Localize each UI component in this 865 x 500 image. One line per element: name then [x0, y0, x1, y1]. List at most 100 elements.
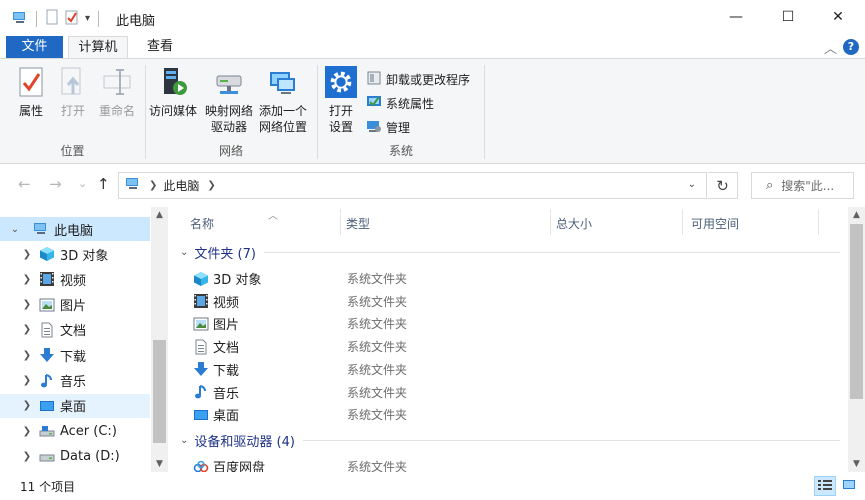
tree-item[interactable]: ❯ 下载: [0, 343, 150, 367]
minimize-button[interactable]: —: [713, 0, 759, 34]
tree-item[interactable]: ❯ 音乐: [0, 369, 150, 393]
settings-gear-icon: [325, 65, 357, 99]
tab-view[interactable]: 查看: [135, 36, 185, 58]
column-header-free-space[interactable]: 可用空间: [681, 211, 811, 235]
tree-item[interactable]: ❯ 桌面: [0, 393, 150, 418]
network-location-icon: [267, 65, 299, 99]
ribbon-tabs: 文件 计算机 查看 ︿ ?: [0, 36, 865, 58]
open-settings-button[interactable]: 打开 设置: [314, 65, 368, 135]
scroll-down-icon[interactable]: ▼: [848, 459, 865, 469]
group-header-devices[interactable]: ⌄ 设备和驱动器 (4): [180, 430, 840, 450]
tree-item[interactable]: ❯ Data (D:): [0, 444, 150, 468]
column-header-name[interactable]: 名称 ︿: [180, 211, 340, 235]
chevron-right-icon[interactable]: ❯: [20, 274, 34, 285]
scroll-up-icon[interactable]: ▲: [151, 210, 168, 220]
chevron-down-icon[interactable]: ⌄: [8, 224, 22, 235]
quick-access-toolbar: ▾: [12, 9, 101, 28]
tree-item-this-pc[interactable]: ⌄ 此电脑: [0, 217, 150, 241]
location-group: 属性 打开 重命名 位置: [0, 63, 145, 163]
properties-icon: [15, 65, 47, 99]
uninstall-icon: [366, 70, 382, 89]
large-icons-view-button[interactable]: [838, 476, 860, 496]
help-icon[interactable]: ?: [843, 39, 859, 55]
item-type: 系统文件夹: [347, 340, 408, 355]
breadcrumb-separator-icon[interactable]: ❯: [149, 180, 157, 191]
large-icons-view-icon: [842, 479, 856, 494]
item-type: 系统文件夹: [347, 385, 408, 400]
list-item[interactable]: 音乐 系统文件夹: [192, 381, 832, 404]
item-type: 系统文件夹: [347, 294, 408, 309]
chevron-right-icon[interactable]: ❯: [20, 451, 34, 462]
nav-scrollbar-thumb[interactable]: [153, 340, 166, 443]
ribbon: 属性 打开 重命名 位置 访问媒体 映射网络 驱动器 添加一个 网络位置 网络 …: [0, 58, 865, 164]
chevron-right-icon[interactable]: ❯: [20, 324, 34, 335]
close-button[interactable]: ✕: [815, 0, 861, 34]
blank-page-icon[interactable]: [45, 9, 59, 28]
rename-button[interactable]: 重命名: [90, 65, 144, 119]
search-input[interactable]: ⌕ 搜索"此...: [751, 172, 854, 199]
recent-locations-icon[interactable]: ⌄: [78, 177, 87, 190]
system-properties-icon: [366, 94, 382, 113]
system-group-label: 系统: [388, 144, 413, 158]
system-properties-button[interactable]: 系统属性: [366, 93, 434, 113]
minimize-icon: —: [729, 9, 743, 25]
column-header-total-size[interactable]: 总大小: [546, 211, 676, 235]
group-header-folders[interactable]: ⌄ 文件夹 (7): [180, 242, 840, 262]
add-network-location-button[interactable]: 添加一个 网络位置: [256, 65, 310, 135]
content-scrollbar-thumb[interactable]: [850, 224, 863, 399]
item-type: 系统文件夹: [347, 272, 408, 286]
list-item[interactable]: 图片 系统文件夹: [192, 312, 832, 335]
item-name: 文档: [213, 341, 240, 357]
column-header-type[interactable]: 类型: [336, 211, 546, 235]
properties-check-icon[interactable]: [65, 9, 79, 28]
list-item[interactable]: 桌面 系统文件夹: [192, 403, 832, 426]
chevron-right-icon[interactable]: ❯: [20, 400, 34, 411]
details-view-button[interactable]: [814, 476, 836, 496]
breadcrumb[interactable]: 此电脑: [163, 177, 199, 194]
computer-icon[interactable]: [12, 9, 28, 28]
status-bar: 11 个项目: [0, 472, 865, 500]
collapse-ribbon-icon[interactable]: ︿: [824, 38, 837, 57]
tree-item[interactable]: ❯ Acer (C:): [0, 419, 150, 443]
scroll-down-icon[interactable]: ▼: [151, 459, 168, 469]
content-scrollbar[interactable]: ▲ ▼: [848, 207, 865, 472]
nav-scrollbar[interactable]: ▲ ▼: [151, 207, 168, 472]
item-name: 下载: [213, 363, 240, 379]
list-item[interactable]: 文档 系统文件夹: [192, 335, 832, 358]
tree-item[interactable]: ❯ 文档: [0, 318, 150, 342]
column-divider[interactable]: [818, 209, 819, 235]
up-icon[interactable]: ↑: [97, 175, 110, 193]
scroll-up-icon[interactable]: ▲: [848, 210, 865, 220]
chevron-right-icon[interactable]: ❯: [20, 375, 34, 386]
list-item[interactable]: 下载 系统文件夹: [192, 358, 832, 381]
chevron-right-icon[interactable]: ❯: [20, 426, 34, 437]
refresh-button[interactable]: ↻: [708, 172, 738, 199]
tree-item[interactable]: ❯ 图片: [0, 293, 150, 317]
navigation-bar: ← → ⌄ ↑ ❯ 此电脑 ❯ ⌄ ↻ ⌕ 搜索"此...: [0, 165, 865, 205]
address-dropdown-icon[interactable]: ⌄: [688, 179, 696, 190]
forward-icon[interactable]: →: [49, 175, 62, 193]
qat-dropdown-icon[interactable]: ▾: [85, 13, 90, 24]
document-icon: [192, 338, 210, 356]
manage-button[interactable]: 管理: [366, 117, 410, 137]
chevron-right-icon[interactable]: ❯: [20, 249, 34, 260]
chevron-right-icon[interactable]: ❯: [20, 350, 34, 361]
tab-computer[interactable]: 计算机: [68, 36, 128, 58]
chevron-down-icon: ⌄: [180, 246, 189, 258]
cube-icon: [38, 245, 56, 263]
map-network-drive-button[interactable]: 映射网络 驱动器: [202, 65, 256, 135]
address-bar[interactable]: ❯ 此电脑 ❯ ⌄: [118, 172, 707, 199]
search-placeholder: 搜索"此...: [781, 179, 835, 193]
tab-file[interactable]: 文件: [6, 36, 63, 58]
list-item[interactable]: 3D 对象 系统文件夹: [192, 267, 832, 290]
tree-item[interactable]: ❯ 3D 对象: [0, 242, 150, 266]
qat-separator: [98, 10, 100, 27]
breadcrumb-separator-icon[interactable]: ❯: [207, 180, 215, 191]
tree-item[interactable]: ❯ 视频: [0, 267, 150, 291]
maximize-button[interactable]: ☐: [765, 0, 811, 34]
back-icon[interactable]: ←: [18, 175, 31, 193]
uninstall-program-button[interactable]: 卸载或更改程序: [366, 69, 470, 89]
chevron-right-icon[interactable]: ❯: [20, 299, 34, 310]
list-item[interactable]: 视频 系统文件夹: [192, 290, 832, 313]
access-media-button[interactable]: 访问媒体: [146, 65, 200, 119]
